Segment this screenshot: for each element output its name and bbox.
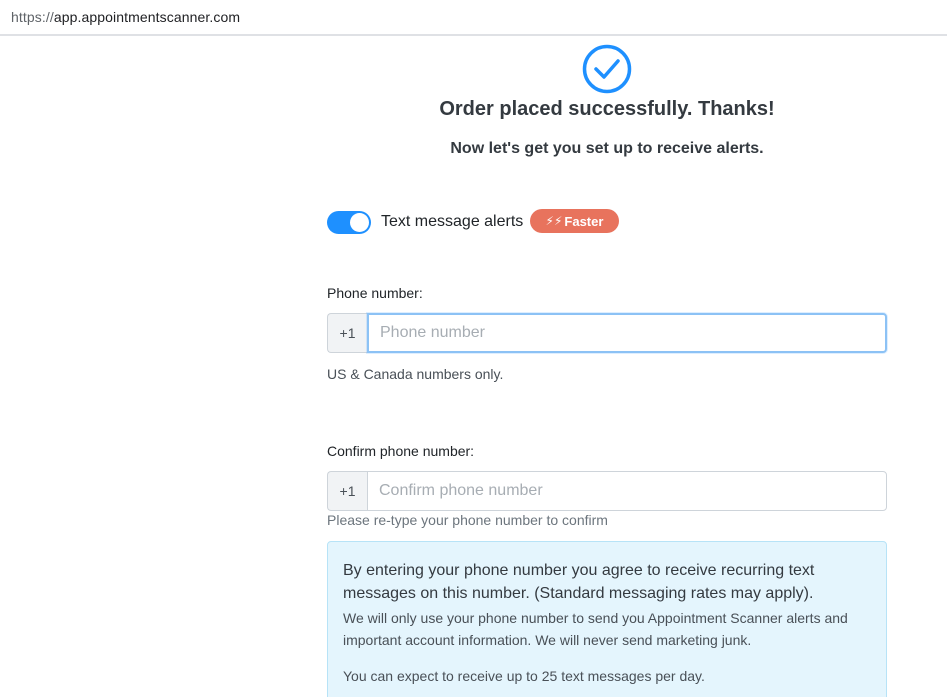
page-subtitle: Now let's get you set up to receive aler… [450,140,764,157]
message-limit-text: You can expect to receive up to 25 text … [343,668,705,684]
confirm-phone-label: Confirm phone number: [327,443,475,459]
url-scheme: https:// [11,9,54,25]
phone-number-input[interactable] [367,313,887,353]
lightning-bolt-icon: ⚡⚡ [545,214,563,228]
consent-text: By entering your phone number you agree … [343,562,815,602]
faster-badge-label: Faster [564,213,604,229]
browser-address-bar[interactable]: https://app.appointmentscanner.com [0,0,947,36]
text-alerts-label: Text message alerts [381,213,524,230]
country-code-prefix: +1 [327,471,367,511]
usage-text: We will only use your phone number to se… [343,610,848,648]
confirm-phone-help: Please re-type your phone number to conf… [327,512,608,528]
country-code-prefix: +1 [327,313,367,353]
phone-number-label: Phone number: [327,285,423,301]
url-host: app.appointmentscanner.com [53,9,241,25]
confirm-phone-input[interactable] [367,471,887,511]
text-alerts-toggle[interactable] [327,211,371,234]
sms-consent-notice: By entering your phone number you agree … [327,541,887,697]
check-circle-icon [582,44,632,94]
page-title: Order placed successfully. Thanks! [439,98,775,120]
phone-number-group: +1 [327,313,887,353]
faster-badge: ⚡⚡ Faster [530,209,619,233]
phone-number-help: US & Canada numbers only. [327,366,504,382]
toggle-knob [350,213,369,232]
url-text[interactable]: https://app.appointmentscanner.com [11,9,240,25]
confirm-phone-group: +1 [327,471,887,511]
